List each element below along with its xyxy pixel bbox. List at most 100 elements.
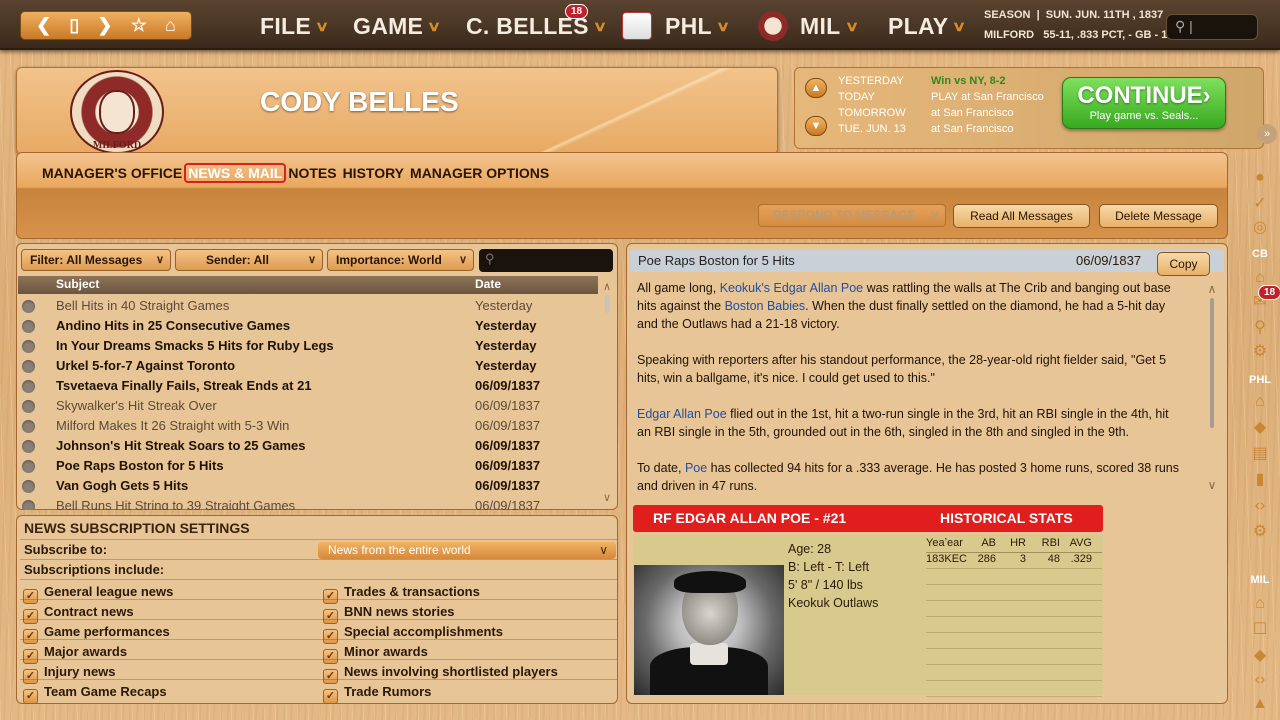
player-link[interactable]: Edgar Allan Poe bbox=[637, 407, 727, 421]
back-icon[interactable]: ❮ bbox=[36, 15, 51, 36]
gear-icon[interactable]: ⚙ bbox=[1250, 342, 1270, 362]
chevron-down-icon: ∨ bbox=[307, 254, 316, 266]
stats-table: Yeaʼear AB HR RBI AVG 183KEC 286 3 48.329 bbox=[926, 537, 1102, 697]
season-info: SEASON | SUN. JUN. 11TH , 1837 MILFORD 5… bbox=[984, 9, 1174, 41]
team-link[interactable]: Boston Babies bbox=[725, 299, 806, 313]
chevron-up-icon[interactable]: ∧ bbox=[1205, 282, 1219, 296]
home-icon[interactable]: ⌂ bbox=[165, 15, 176, 36]
table-row[interactable]: Skywalker's Hit Streak Over 06/09/1837 bbox=[18, 396, 598, 416]
player-name[interactable]: RF EDGAR ALLAN POE - #21 bbox=[653, 505, 846, 531]
table-row[interactable]: Andino Hits in 25 Consecutive Games Yeste… bbox=[18, 316, 598, 336]
player-info: Age: 28 B: Left - T: Left 5' 8" / 140 lb… bbox=[788, 540, 878, 612]
player-link[interactable]: Keokuk's Edgar Allan Poe bbox=[720, 281, 863, 295]
tab-managers-office[interactable]: MANAGER'S OFFICE bbox=[42, 165, 182, 181]
tab-notes[interactable]: NOTES bbox=[288, 165, 336, 181]
stats-header: Yeaʼear AB HR RBI AVG bbox=[926, 537, 1102, 553]
delete-message-button[interactable]: Delete Message bbox=[1099, 204, 1218, 228]
tab-news-mail[interactable]: NEWS & MAIL bbox=[184, 163, 287, 183]
subscribe-label: Subscribe to: bbox=[24, 542, 108, 557]
table-row[interactable]: Poe Raps Boston for 5 Hits 06/09/1837 bbox=[18, 456, 598, 476]
chart-icon[interactable]: ▮ bbox=[1250, 470, 1270, 490]
read-all-messages-button[interactable]: Read All Messages bbox=[953, 204, 1090, 228]
globe-icon[interactable]: ◎ bbox=[1250, 218, 1270, 238]
scroll-thumb[interactable] bbox=[1210, 298, 1214, 428]
table-row[interactable]: Bell Hits in 40 Straight Games Yesterday bbox=[18, 296, 598, 316]
chevron-down-icon[interactable]: ∨ bbox=[1205, 478, 1219, 492]
home-icon[interactable]: ⌂ bbox=[1250, 392, 1270, 412]
code-icon[interactable]: ‹› bbox=[1250, 670, 1270, 690]
schedule-up-button[interactable]: ▲ bbox=[805, 78, 827, 98]
subscription-option[interactable]: ✓ Team Game Recaps bbox=[23, 682, 167, 704]
forward-icon[interactable]: ❯ bbox=[97, 15, 112, 36]
mail-badge: 18 bbox=[1258, 285, 1280, 300]
table-row[interactable]: Tsvetaeva Finally Fails, Streak Ends at … bbox=[18, 376, 598, 396]
network-icon[interactable]: ☐ bbox=[1250, 620, 1270, 640]
copy-button[interactable]: Copy bbox=[1157, 252, 1210, 276]
tabs: MANAGER'S OFFICE NEWS & MAIL NOTES HISTO… bbox=[42, 163, 549, 183]
menu-phl[interactable]: PHL ∨ bbox=[665, 8, 730, 44]
player-size: 5' 8" / 140 lbs bbox=[788, 578, 863, 592]
player-age: Age: 28 bbox=[788, 542, 832, 556]
player-link[interactable]: Poe bbox=[685, 461, 707, 475]
tab-history[interactable]: HISTORY bbox=[343, 165, 404, 181]
article-body: All game long, Keokuk's Edgar Allan Poe … bbox=[637, 281, 1180, 493]
code-icon[interactable]: ‹› bbox=[1250, 496, 1270, 516]
tag-icon[interactable]: ◆ bbox=[1250, 418, 1270, 438]
table-row[interactable]: Milford Makes It 26 Straight with 5-3 Wi… bbox=[18, 416, 598, 436]
tab-manager-options[interactable]: MANAGER OPTIONS bbox=[410, 165, 549, 181]
tag-icon[interactable]: ◆ bbox=[1250, 646, 1270, 666]
menu-game[interactable]: GAME ∨ bbox=[353, 8, 442, 44]
subscribe-dropdown[interactable]: News from the entire world ∨ bbox=[318, 542, 616, 559]
menu-mil[interactable]: MIL ∨ bbox=[800, 8, 859, 44]
column-subject[interactable]: Subject bbox=[56, 277, 99, 291]
sender-dropdown[interactable]: Sender: All ∨ bbox=[175, 249, 323, 271]
search-input[interactable]: ⚲ | bbox=[1166, 14, 1258, 40]
table-row[interactable]: Urkel 5-for-7 Against Toronto Yesterday bbox=[18, 356, 598, 376]
scroll-thumb[interactable] bbox=[604, 295, 610, 313]
column-date[interactable]: Date bbox=[475, 277, 501, 291]
read-status-icon bbox=[22, 500, 35, 510]
list-scrollbar[interactable]: ∧ ∨ bbox=[600, 280, 614, 504]
subscription-row: ✓ Injury news ✓ News involving shortlisted … bbox=[20, 659, 617, 684]
phone-icon[interactable]: ▯ bbox=[69, 15, 79, 36]
historical-stats-label: HISTORICAL STATS bbox=[940, 510, 1073, 526]
subscription-option[interactable]: ✓ Trade Rumors bbox=[323, 682, 431, 704]
chevron-up-icon[interactable]: ∧ bbox=[600, 280, 614, 293]
search-icon[interactable]: ⚲ bbox=[1250, 318, 1270, 338]
table-row[interactable]: In Your Dreams Smacks 5 Hits for Ruby Le… bbox=[18, 336, 598, 356]
pin-icon[interactable]: ● bbox=[1250, 168, 1270, 188]
chevron-down-icon: ∨ bbox=[427, 17, 442, 34]
home-icon[interactable]: ⌂ bbox=[1250, 594, 1270, 614]
importance-dropdown[interactable]: Importance: World ∨ bbox=[327, 249, 474, 271]
article-scrollbar[interactable]: ∧ ∨ bbox=[1205, 282, 1219, 492]
mil-logo-icon bbox=[758, 11, 788, 41]
checkbox-checked-icon[interactable]: ✓ bbox=[23, 689, 38, 704]
list-search-input[interactable]: ⚲ bbox=[479, 249, 613, 272]
bell-icon[interactable]: ▲ bbox=[1250, 694, 1270, 714]
card-icon[interactable]: ▤ bbox=[1250, 444, 1270, 464]
star-icon[interactable]: ☆ bbox=[131, 15, 147, 36]
respond-to-message-button[interactable]: RESPOND TO MESSAGE ∨ bbox=[758, 204, 946, 227]
expand-icon[interactable]: » bbox=[1257, 124, 1277, 144]
menu-play[interactable]: PLAY ∨ bbox=[888, 8, 967, 44]
schedule-down-button[interactable]: ▼ bbox=[805, 116, 827, 136]
check-icon[interactable]: ✓ bbox=[1250, 194, 1270, 214]
read-status-icon bbox=[22, 380, 35, 393]
table-row[interactable]: Johnson's Hit Streak Soars to 25 Games 06… bbox=[18, 436, 598, 456]
filter-dropdown[interactable]: Filter: All Messages ∨ bbox=[21, 249, 171, 271]
continue-button[interactable]: CONTINUE› Play game vs. Seals... bbox=[1062, 77, 1226, 129]
player-team[interactable]: Keokuk Outlaws bbox=[788, 594, 878, 612]
checkbox-checked-icon[interactable]: ✓ bbox=[323, 689, 338, 704]
chevron-down-icon: ∨ bbox=[599, 543, 608, 557]
gear-icon[interactable]: ⚙ bbox=[1250, 522, 1270, 542]
row-date: 06/09/1837 bbox=[475, 478, 541, 493]
table-row[interactable]: Bell Runs Hit String to 39 Straight Game… bbox=[18, 496, 598, 510]
subscription-title: NEWS SUBSCRIPTION SETTINGS bbox=[24, 520, 250, 536]
chevron-down-icon[interactable]: ∨ bbox=[600, 491, 614, 504]
menu-file[interactable]: FILE ∨ bbox=[260, 8, 329, 44]
row-date: 06/09/1837 bbox=[475, 498, 541, 510]
logo-text: MILFORD bbox=[92, 140, 142, 151]
subscription-row: ✓ General league news ✓ Trades & transactio… bbox=[20, 579, 617, 604]
sidebar-label-mil: MIL bbox=[1250, 574, 1270, 586]
table-row[interactable]: Van Gogh Gets 5 Hits 06/09/1837 bbox=[18, 476, 598, 496]
